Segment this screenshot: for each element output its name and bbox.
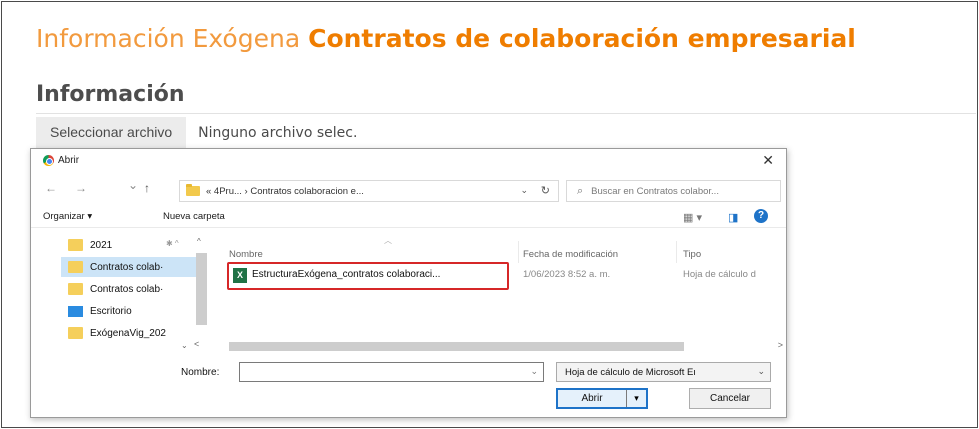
search-placeholder: Buscar en Contratos colabor... bbox=[591, 185, 719, 197]
nav-item-2021[interactable]: 2021 ✱ ^ bbox=[61, 235, 201, 255]
nav-item-label: ExógenaVig_202 bbox=[90, 327, 166, 339]
page-title-bold: Contratos de colaboración empresarial bbox=[308, 24, 856, 53]
address-path[interactable]: « 4Pru... › Contratos colaboracion e... bbox=[206, 186, 364, 197]
up-arrow-icon[interactable]: ↑ bbox=[144, 181, 150, 195]
column-separator bbox=[676, 241, 677, 263]
dialog-titlebar: Abrir ✕ bbox=[31, 149, 786, 171]
open-file-dialog: Abrir ✕ ← → ⌄ ↑ « 4Pru... › Contratos co… bbox=[30, 148, 787, 418]
page-title-light: Información Exógena bbox=[36, 24, 309, 53]
scroll-up-icon[interactable]: ^ bbox=[197, 237, 201, 246]
nav-item-label: Escritorio bbox=[90, 305, 132, 317]
dialog-toolbar: Organizar ▾ Nueva carpeta ▦ ▾ ◨ ? bbox=[31, 206, 786, 228]
folder-icon bbox=[68, 283, 83, 295]
file-input: Seleccionar archivo Ninguno archivo sele… bbox=[36, 117, 976, 148]
chevron-down-icon[interactable]: ⌄ bbox=[181, 341, 188, 350]
folder-icon bbox=[68, 327, 83, 339]
sort-indicator-icon: ︿ bbox=[384, 236, 392, 245]
nav-item-label: 2021 bbox=[90, 239, 113, 251]
column-header-type[interactable]: Tipo bbox=[683, 249, 701, 260]
file-list-horizontal-scrollbar[interactable]: > bbox=[209, 339, 786, 353]
file-type-value: Hoja de cálculo de Microsoft Eı bbox=[565, 366, 696, 378]
new-folder-button[interactable]: Nueva carpeta bbox=[163, 211, 225, 222]
preview-pane-icon[interactable]: ◨ bbox=[728, 211, 738, 224]
organize-menu[interactable]: Organizar ▾ bbox=[43, 211, 92, 222]
scroll-right-icon[interactable]: > bbox=[778, 340, 783, 350]
open-button-label[interactable]: Abrir bbox=[558, 390, 626, 407]
desktop-icon bbox=[68, 305, 83, 317]
open-dropdown-icon[interactable]: ▾ bbox=[626, 390, 646, 407]
close-icon[interactable]: ✕ bbox=[762, 152, 774, 169]
refresh-icon[interactable]: ↻ bbox=[541, 184, 550, 197]
address-bar[interactable]: « 4Pru... › Contratos colaboracion e... … bbox=[179, 180, 559, 202]
view-options-icon[interactable]: ▦ ▾ bbox=[683, 211, 702, 224]
page-frame: Información Exógena Contratos de colabor… bbox=[1, 1, 978, 428]
nav-item-contratos[interactable]: Contratos colab· bbox=[61, 279, 201, 299]
navigation-vertical-scrollbar[interactable]: ^ bbox=[194, 235, 209, 351]
open-button[interactable]: Abrir ▾ bbox=[556, 388, 648, 409]
file-date: 1/06/2023 8:52 a. m. bbox=[523, 269, 611, 280]
nav-item-exogenavig[interactable]: ExógenaVig_202 bbox=[61, 323, 201, 343]
file-list: ︿ Nombre Fecha de modificación Tipo X Es… bbox=[211, 235, 786, 353]
page-title: Información Exógena Contratos de colabor… bbox=[36, 24, 856, 53]
folder-icon bbox=[186, 184, 200, 196]
file-status-text: Ninguno archivo selec. bbox=[198, 124, 358, 141]
dialog-title: Abrir bbox=[58, 155, 80, 166]
scroll-left-icon[interactable]: < bbox=[194, 339, 199, 349]
cancel-button[interactable]: Cancelar bbox=[689, 388, 771, 409]
scroll-thumb[interactable] bbox=[229, 342, 684, 351]
file-name[interactable]: EstructuraExógena_contratos colaboraci..… bbox=[252, 269, 440, 280]
pin-icon: ✱ ^ bbox=[166, 239, 179, 248]
forward-arrow-icon[interactable]: → bbox=[75, 181, 87, 195]
nav-item-label: Contratos colab· bbox=[90, 283, 164, 295]
nav-item-label: Contratos colab· bbox=[90, 261, 164, 273]
column-header-name[interactable]: Nombre bbox=[229, 249, 263, 260]
file-type-select[interactable]: Hoja de cálculo de Microsoft Eı ⌄ bbox=[556, 362, 771, 382]
chrome-icon bbox=[43, 155, 54, 166]
scroll-thumb[interactable] bbox=[196, 253, 207, 325]
file-type: Hoja de cálculo d bbox=[683, 269, 756, 280]
folder-icon bbox=[68, 261, 83, 273]
folder-icon bbox=[68, 239, 83, 251]
chevron-down-icon[interactable]: ⌄ bbox=[530, 366, 538, 377]
nav-item-escritorio[interactable]: Escritorio bbox=[61, 301, 201, 321]
nav-item-contratos-selected[interactable]: Contratos colab· bbox=[61, 257, 201, 277]
search-icon: ⌕ bbox=[577, 184, 584, 197]
navigation-bar: ← → ⌄ ↑ « 4Pru... › Contratos colaboraci… bbox=[31, 177, 786, 203]
file-name-input[interactable]: ⌄ bbox=[239, 362, 544, 382]
back-arrow-icon[interactable]: ← bbox=[45, 181, 57, 195]
chevron-down-icon[interactable]: ⌄ bbox=[520, 185, 528, 196]
file-name-label: Nombre: bbox=[181, 367, 220, 378]
section-title: Información bbox=[36, 82, 185, 107]
excel-icon: X bbox=[233, 268, 247, 283]
chevron-down-icon[interactable]: ⌄ bbox=[757, 366, 765, 377]
search-input[interactable]: ⌕ Buscar en Contratos colabor... bbox=[566, 180, 781, 202]
section-divider bbox=[36, 113, 976, 114]
select-file-button[interactable]: Seleccionar archivo bbox=[36, 117, 187, 148]
help-icon[interactable]: ? bbox=[754, 209, 768, 223]
recent-locations-icon[interactable]: ⌄ bbox=[128, 178, 138, 192]
column-separator bbox=[518, 241, 519, 263]
column-header-date[interactable]: Fecha de modificación bbox=[523, 249, 618, 260]
